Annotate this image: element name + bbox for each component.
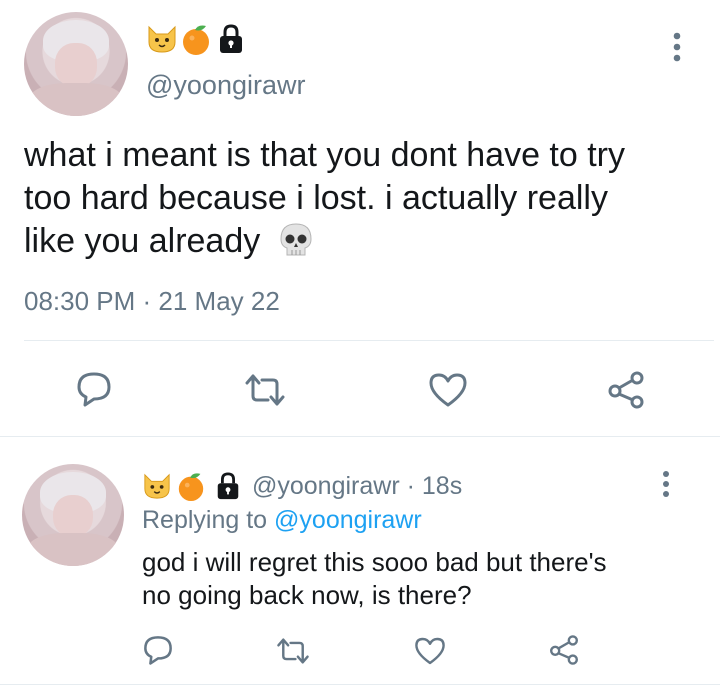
cat-face-icon bbox=[142, 472, 172, 500]
reply-text-line: god i will regret this sooo bad but ther… bbox=[142, 547, 607, 577]
tweet-text-line: what i meant is that you dont have to tr… bbox=[24, 136, 625, 174]
reply-text: god i will regret this sooo bad but ther… bbox=[142, 546, 702, 612]
replying-to-line: Replying to @yoongirawr bbox=[142, 506, 422, 535]
retweet-icon[interactable] bbox=[244, 372, 286, 408]
avatar[interactable] bbox=[22, 464, 124, 566]
cat-face-icon bbox=[146, 24, 178, 54]
share-icon[interactable] bbox=[606, 370, 646, 410]
author-handle[interactable]: @yoongirawr bbox=[146, 70, 305, 101]
divider bbox=[24, 340, 714, 341]
tweet-text: what i meant is that you dont have to tr… bbox=[24, 134, 704, 271]
retweet-icon[interactable] bbox=[276, 636, 310, 666]
tweet-text-line: too hard because i lost. i actually real… bbox=[24, 179, 608, 217]
lock-icon bbox=[214, 472, 242, 500]
replying-to-handle[interactable]: @yoongirawr bbox=[274, 506, 422, 534]
lock-icon bbox=[216, 24, 246, 54]
more-options-icon[interactable] bbox=[670, 32, 684, 62]
more-options-icon[interactable] bbox=[660, 470, 672, 498]
tangerine-icon bbox=[176, 470, 206, 502]
like-icon[interactable] bbox=[428, 372, 468, 408]
tweet-timestamp[interactable]: 08:30 PM · 21 May 22 bbox=[24, 286, 280, 317]
reply-icon[interactable] bbox=[75, 370, 113, 408]
reply-icon[interactable] bbox=[142, 634, 174, 666]
like-icon[interactable] bbox=[414, 636, 446, 666]
reply-text-line: no going back now, is there? bbox=[142, 580, 472, 610]
avatar[interactable] bbox=[24, 12, 128, 116]
tangerine-icon bbox=[180, 22, 212, 56]
author-handle[interactable]: @yoongirawr bbox=[252, 472, 400, 500]
divider bbox=[0, 684, 720, 685]
reply-header: @yoongirawr · 18s bbox=[252, 472, 462, 501]
time-separator: · bbox=[406, 472, 415, 500]
divider bbox=[0, 436, 720, 437]
share-icon[interactable] bbox=[548, 634, 580, 666]
replying-to-label: Replying to bbox=[142, 506, 268, 534]
tweet-text-line: like you already bbox=[24, 222, 261, 260]
tweet-time[interactable]: 18s bbox=[422, 472, 462, 500]
skull-icon bbox=[278, 222, 314, 271]
